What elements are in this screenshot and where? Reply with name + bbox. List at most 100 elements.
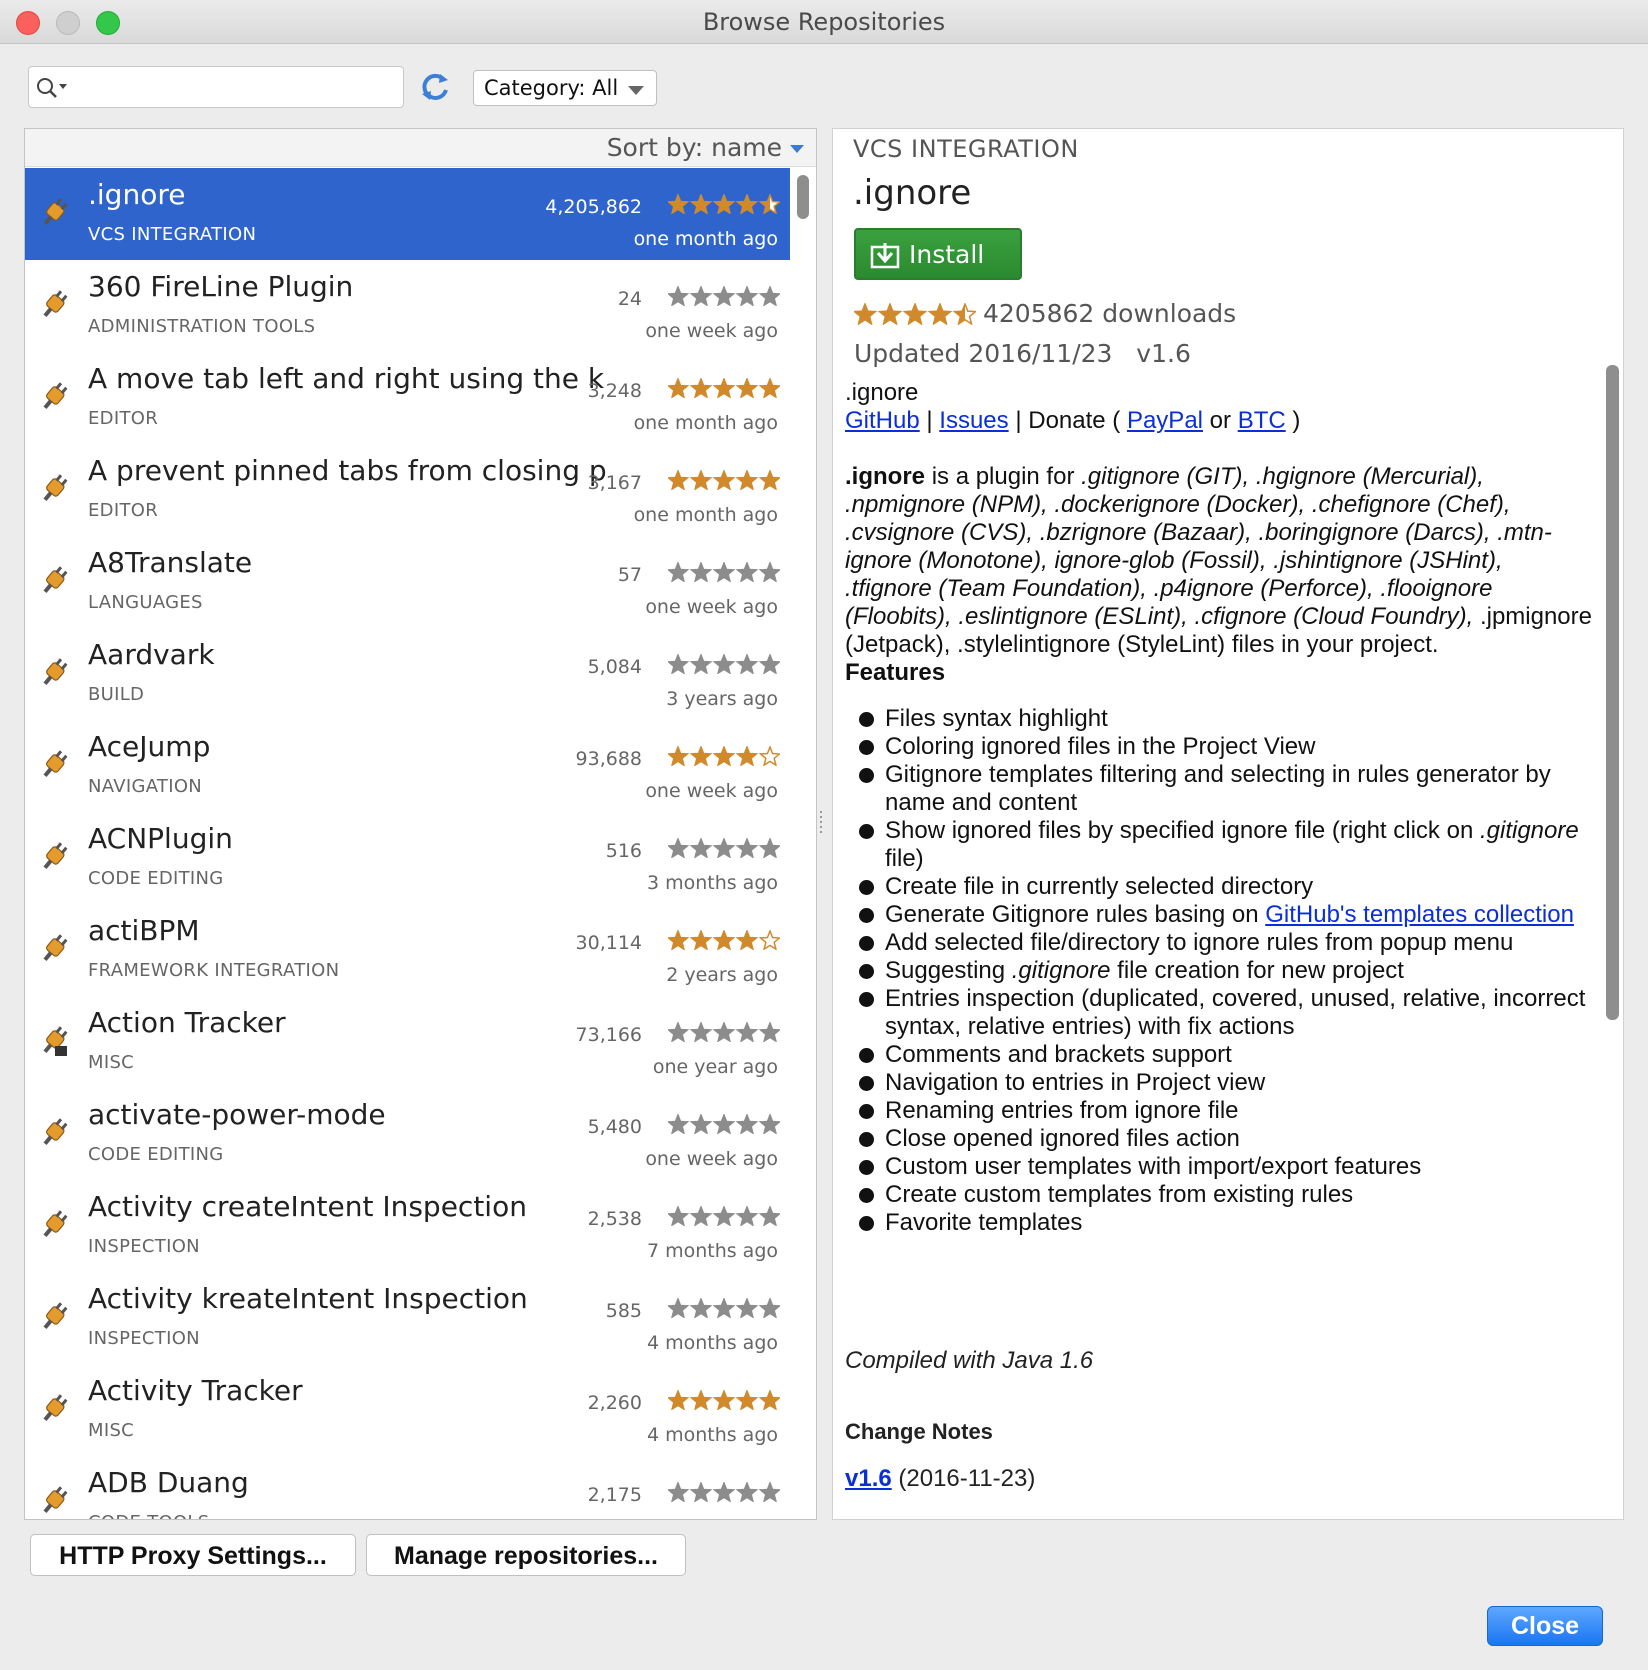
plugin-list-item[interactable]: A move tab left and right using the k EDI… bbox=[25, 352, 790, 444]
issues-link[interactable]: Issues bbox=[939, 407, 1008, 434]
plugin-icon-wrap bbox=[39, 748, 69, 786]
plugin-icon-wrap bbox=[39, 656, 69, 694]
manage-repositories-button[interactable]: Manage repositories... bbox=[366, 1534, 686, 1576]
rating-stars-icon bbox=[666, 1020, 782, 1043]
plugin-list-item[interactable]: ADB Duang CODE TOOLS 2,175 bbox=[25, 1456, 790, 1519]
plugin-icon-wrap bbox=[39, 1116, 69, 1154]
plugin-name: 360 FireLine Plugin bbox=[88, 270, 354, 303]
feature-item: Navigation to entries in Project view bbox=[845, 1069, 1595, 1097]
btc-link[interactable]: BTC bbox=[1238, 407, 1286, 434]
plugin-list-item[interactable]: A8Translate LANGUAGES 57 one week ago bbox=[25, 536, 790, 628]
plugin-name: actiBPM bbox=[88, 914, 200, 947]
rating-stars-icon bbox=[666, 836, 782, 859]
rating-stars-icon bbox=[666, 1480, 782, 1503]
plugin-updated: one week ago bbox=[645, 596, 778, 618]
plugin-name: Action Tracker bbox=[88, 1006, 286, 1039]
install-button[interactable]: Install bbox=[854, 228, 1022, 280]
plugin-icon bbox=[43, 934, 68, 962]
plugin-category: CODE EDITING bbox=[88, 1144, 224, 1165]
plugin-list-item[interactable]: Activity Tracker MISC 2,260 4 months ago bbox=[25, 1364, 790, 1456]
search-icon[interactable] bbox=[35, 76, 75, 100]
github-templates-link[interactable]: GitHub's templates collection bbox=[1265, 901, 1574, 928]
description-links: GitHub | Issues | Donate ( PayPal or BTC… bbox=[845, 407, 1595, 435]
detail-scrollbar-thumb[interactable] bbox=[1606, 365, 1619, 1020]
change-notes-entry: v1.6 (2016-11-23) bbox=[845, 1465, 1035, 1493]
plugin-category: LANGUAGES bbox=[88, 592, 203, 613]
plugin-list-item[interactable]: ACNPlugin CODE EDITING 516 3 months ago bbox=[25, 812, 790, 904]
plugin-category: ADMINISTRATION TOOLS bbox=[88, 316, 316, 337]
plugin-name: Activity Tracker bbox=[88, 1374, 303, 1407]
plugin-icon-wrap bbox=[39, 472, 69, 510]
plugin-updated: one year ago bbox=[652, 1056, 778, 1078]
plugin-icon-wrap bbox=[39, 380, 69, 418]
plugin-updated: one month ago bbox=[633, 228, 778, 250]
rating-stars-icon bbox=[666, 928, 782, 951]
plugin-list-item[interactable]: .ignore VCS INTEGRATION 4,205,862 one month… bbox=[25, 168, 790, 260]
chevron-down-icon bbox=[628, 86, 644, 95]
plugin-rating bbox=[666, 1296, 782, 1322]
sort-label[interactable]: Sort by: name bbox=[607, 133, 782, 162]
sort-dropdown-icon[interactable] bbox=[790, 145, 804, 153]
plugin-list-item[interactable]: actiBPM FRAMEWORK INTEGRATION 30,114 2 year… bbox=[25, 904, 790, 996]
plugin-name: Activity createIntent Inspection bbox=[88, 1190, 527, 1223]
plugin-list-item[interactable]: AceJump NAVIGATION 93,688 one week ago bbox=[25, 720, 790, 812]
http-proxy-settings-button[interactable]: HTTP Proxy Settings... bbox=[30, 1534, 356, 1576]
plugin-detail-panel: VCS INTEGRATION .ignore Install 4205862 … bbox=[832, 128, 1624, 1520]
search-input[interactable] bbox=[28, 66, 404, 108]
plugin-updated: 7 months ago bbox=[646, 1240, 778, 1262]
plugin-icon bbox=[43, 290, 68, 318]
plugin-downloads: 24 bbox=[617, 288, 642, 310]
link-separator: | bbox=[926, 407, 933, 434]
feature-item: Create custom templates from existing ru… bbox=[845, 1181, 1595, 1209]
list-scrollbar[interactable] bbox=[793, 171, 811, 1516]
plugin-list-item[interactable]: 360 FireLine Plugin ADMINISTRATION TOOLS 2… bbox=[25, 260, 790, 352]
plugin-list-item[interactable]: activate-power-mode CODE EDITING 5,480 one … bbox=[25, 1088, 790, 1180]
detail-version: v1.6 bbox=[1136, 339, 1191, 368]
panel-splitter[interactable] bbox=[818, 808, 824, 838]
plugin-rating bbox=[666, 192, 782, 218]
plugin-rating bbox=[666, 468, 782, 494]
plugin-category: NAVIGATION bbox=[88, 776, 203, 797]
plugin-updated: one month ago bbox=[633, 504, 778, 526]
paypal-link[interactable]: PayPal bbox=[1127, 407, 1203, 434]
feature-item: Renaming entries from ignore file bbox=[845, 1097, 1595, 1125]
rating-stars-icon bbox=[666, 284, 782, 307]
plugin-name: A move tab left and right using the k bbox=[88, 362, 605, 395]
plugin-icon bbox=[43, 1302, 68, 1330]
plugin-rating bbox=[666, 1388, 782, 1414]
plugin-updated: one week ago bbox=[645, 780, 778, 802]
list-scrollbar-thumb[interactable] bbox=[797, 175, 809, 219]
browse-repositories-window: Browse Repositories Category: All Sort b… bbox=[0, 0, 1648, 1670]
plugin-list-item[interactable]: Activity kreateIntent Inspection INSPECTI… bbox=[25, 1272, 790, 1364]
plugin-list-item[interactable]: Activity createIntent Inspection INSPECTI… bbox=[25, 1180, 790, 1272]
plugin-icon bbox=[43, 750, 68, 778]
detail-scrollbar[interactable] bbox=[1603, 363, 1621, 1513]
plugin-list-item[interactable]: Aardvark BUILD 5,084 3 years ago bbox=[25, 628, 790, 720]
plugin-downloads: 93,688 bbox=[575, 748, 642, 770]
plugin-rating bbox=[666, 560, 782, 586]
rating-stars-icon bbox=[666, 1204, 782, 1227]
plugin-category: EDITOR bbox=[88, 408, 159, 429]
sort-bar[interactable]: Sort by: name bbox=[25, 129, 816, 167]
category-dropdown[interactable]: Category: All bbox=[473, 70, 657, 106]
change-version-link[interactable]: v1.6 bbox=[845, 1465, 892, 1492]
rating-stars-icon bbox=[852, 301, 978, 326]
features-list: Files syntax highlight Coloring ignored … bbox=[845, 705, 1595, 1237]
plugin-icon bbox=[43, 1118, 68, 1146]
plugin-list-item[interactable]: A prevent pinned tabs from closing p EDIT… bbox=[25, 444, 790, 536]
rating-stars-icon bbox=[666, 1296, 782, 1319]
plugin-category: CODE EDITING bbox=[88, 868, 224, 889]
compiled-with: Compiled with Java 1.6 bbox=[845, 1347, 1094, 1374]
refresh-icon[interactable] bbox=[418, 70, 452, 104]
description-title: .ignore bbox=[845, 379, 919, 406]
close-button[interactable]: Close bbox=[1487, 1606, 1603, 1646]
rating-stars-icon bbox=[666, 560, 782, 583]
plugin-list: .ignore VCS INTEGRATION 4,205,862 one month… bbox=[25, 168, 790, 1519]
detail-rating-stars bbox=[852, 301, 978, 329]
plugin-icon bbox=[43, 1210, 68, 1238]
plugin-downloads: 73,166 bbox=[575, 1024, 642, 1046]
github-link[interactable]: GitHub bbox=[845, 407, 920, 434]
detail-downloads: 4205862 downloads bbox=[983, 299, 1237, 328]
plugin-list-item[interactable]: Action Tracker MISC 73,166 one year ago bbox=[25, 996, 790, 1088]
plugin-category: INSPECTION bbox=[88, 1328, 200, 1349]
